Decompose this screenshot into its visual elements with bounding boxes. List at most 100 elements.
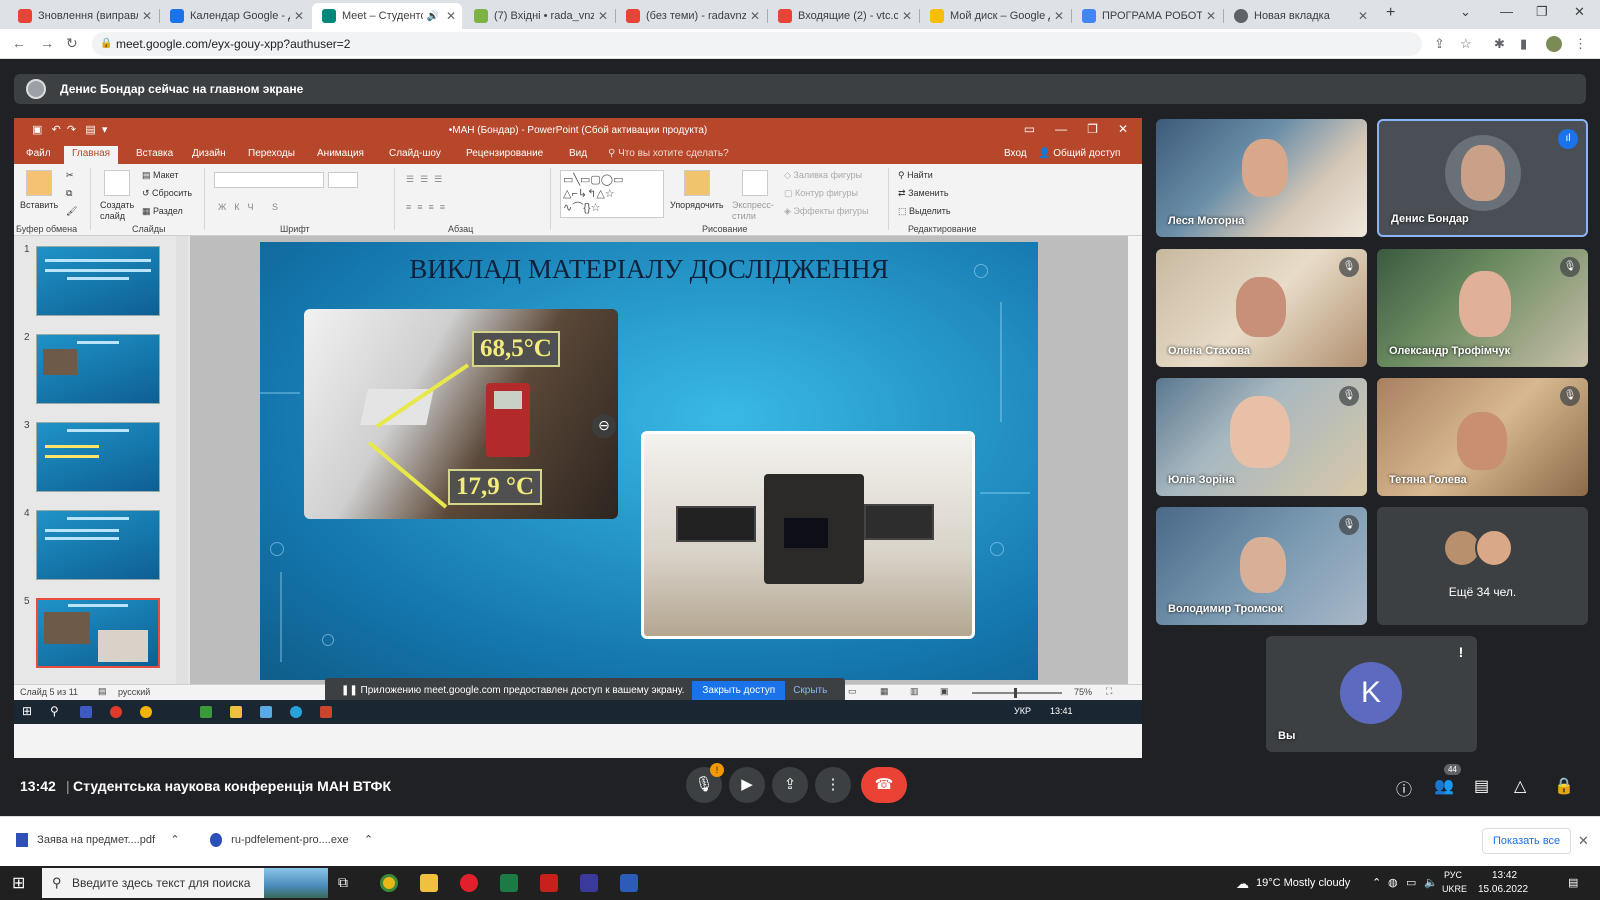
close-tab-icon[interactable]: ✕ <box>142 9 152 23</box>
zoom-slider-thumb[interactable] <box>1014 688 1017 698</box>
tray-chevron-icon[interactable]: ⌃ <box>1372 876 1381 889</box>
find-button[interactable]: ⚲ Найти <box>898 170 933 181</box>
forward-icon[interactable]: → <box>40 35 54 51</box>
acrobat-icon[interactable] <box>540 874 558 892</box>
ribbon-display-icon[interactable]: ▭ <box>1024 122 1035 136</box>
current-slide[interactable]: ВИКЛАД МАТЕРІАЛУ ДОСЛІДЖЕННЯ 68,5°C 17,9… <box>260 242 1038 680</box>
new-slide-button[interactable]: Создать слайд <box>100 200 136 222</box>
speaker-icon[interactable]: 🔊 <box>426 11 438 22</box>
arrange-button[interactable]: Упорядочить <box>670 200 724 210</box>
thumbnails-scrollbar[interactable] <box>176 236 188 684</box>
ppt-share-button[interactable]: 👤 Общий доступ <box>1038 148 1120 159</box>
fit-slide-icon[interactable]: ⛶ <box>1106 686 1112 697</box>
ppt-tab-slideshow[interactable]: Слайд-шоу <box>389 148 441 159</box>
ppt-tab-design[interactable]: Дизайн <box>192 148 226 159</box>
taskbar-search-input[interactable]: ⚲ Введите здесь текст для поиска <box>42 868 328 898</box>
new-tab-icon[interactable]: + <box>1386 4 1395 22</box>
close-tab-icon[interactable]: ✕ <box>1054 9 1064 23</box>
undo-icon[interactable]: ↶ <box>52 124 61 136</box>
shape-fill-button[interactable]: ◇ Заливка фигуры <box>784 170 862 181</box>
select-button[interactable]: ⬚ Выделить <box>898 206 951 217</box>
chevron-up-icon[interactable]: ⌃ <box>364 834 373 846</box>
reload-icon[interactable]: ↻ <box>66 35 78 52</box>
notifications-icon[interactable]: ▤ <box>1568 876 1578 889</box>
download-item-1[interactable]: Заява на предмет....pdf ⌃ <box>16 833 180 848</box>
task-view-icon[interactable]: ⧉ <box>338 874 348 891</box>
ppt-tab-insert[interactable]: Вставка <box>136 148 173 159</box>
participant-tile-4[interactable]: 🎙 Олександр Трофімчук <box>1377 249 1588 367</box>
browser-tab-7[interactable]: Мой диск – Google Д ✕ <box>920 3 1070 29</box>
slide-thumb-1[interactable] <box>36 246 160 316</box>
close-tab-icon[interactable]: ✕ <box>1206 9 1216 23</box>
chevron-up-icon[interactable]: ⌃ <box>170 834 179 846</box>
ppt-restore-icon[interactable]: ❐ <box>1087 122 1098 136</box>
cut-icon[interactable]: ✂ <box>66 170 74 181</box>
close-tab-icon[interactable]: ✕ <box>902 9 912 23</box>
chrome-menu-icon[interactable]: ⋮ <box>1574 36 1587 52</box>
section-button[interactable]: ▦ Раздел <box>142 206 183 217</box>
reading-view-icon[interactable]: ▥ <box>910 686 919 697</box>
replace-button[interactable]: ⇄ Заменить <box>898 188 949 199</box>
ppt-tab-view[interactable]: Вид <box>569 148 587 159</box>
network-icon[interactable]: ▭ <box>1406 876 1416 889</box>
browser-tab-5[interactable]: (без теми) - radavnz@ ✕ <box>616 3 766 29</box>
ppt-signin-link[interactable]: Вход <box>1004 148 1027 159</box>
meeting-info-icon[interactable]: ⓘ <box>1396 776 1412 800</box>
shared-screen[interactable]: •МАН (Бондар) - PowerPoint (Сбой активац… <box>14 118 1142 758</box>
quick-styles-icon[interactable] <box>742 170 768 196</box>
copy-icon[interactable]: ⧉ <box>66 188 72 199</box>
participant-tile-3[interactable]: 🎙 Олена Стахова <box>1156 249 1367 367</box>
windows-start-icon[interactable]: ⊞ <box>12 873 25 893</box>
side-panel-icon[interactable]: ▮ <box>1520 36 1527 52</box>
customize-qat-icon[interactable]: ▾ <box>102 124 108 136</box>
minimize-icon[interactable]: — <box>1500 4 1513 19</box>
save-icon[interactable]: ▣ <box>32 124 42 136</box>
file-explorer-icon[interactable] <box>420 874 438 892</box>
profile-avatar[interactable] <box>1546 36 1562 52</box>
word-icon[interactable] <box>620 874 638 892</box>
font-name-select[interactable] <box>214 172 324 188</box>
activities-icon[interactable]: △ <box>1514 776 1526 796</box>
participant-tile-1[interactable]: Леся Моторна <box>1156 119 1367 237</box>
pdfelement-icon[interactable] <box>580 874 598 892</box>
zoom-slider[interactable] <box>972 692 1062 694</box>
chrome-taskbar-icon[interactable] <box>380 874 398 892</box>
slide-thumb-4[interactable] <box>36 510 160 580</box>
share-icon[interactable]: ⇪ <box>1434 36 1445 52</box>
browser-tab-8[interactable]: ПРОГРАМА РОБОТИ ✕ <box>1072 3 1222 29</box>
weather-text[interactable]: 19°C Mostly cloudy <box>1256 877 1350 889</box>
paste-button[interactable]: Вставить <box>20 200 58 210</box>
reset-button[interactable]: ↺ Сбросить <box>142 188 192 199</box>
notes-icon[interactable]: ▤ <box>98 686 107 697</box>
ppt-tab-animations[interactable]: Анимация <box>317 148 364 159</box>
hide-notice-button[interactable]: Скрыть <box>793 685 827 696</box>
stop-sharing-button[interactable]: Закрыть доступ <box>692 680 786 700</box>
chat-icon[interactable]: ▤ <box>1474 776 1489 796</box>
format-painter-icon[interactable]: 🖌 <box>66 206 77 217</box>
participant-tile-7[interactable]: 🎙 Володимир Тромсюк <box>1156 507 1367 625</box>
people-icon[interactable]: 👥 <box>1434 776 1454 796</box>
ppt-minimize-icon[interactable]: — <box>1055 122 1067 136</box>
quick-styles-button[interactable]: Экспресс-стили <box>732 200 782 222</box>
microphone-button[interactable]: 🎙 ! <box>686 763 724 803</box>
excel-icon[interactable] <box>500 874 518 892</box>
restore-icon[interactable]: ❐ <box>1536 4 1548 20</box>
host-controls-icon[interactable]: 🔒 <box>1554 776 1574 796</box>
zoom-out-icon[interactable]: ⊖ <box>592 414 616 438</box>
tray-app-icon[interactable]: ◍ <box>1388 876 1398 889</box>
list-buttons[interactable]: ☰☰☰ <box>406 174 448 185</box>
font-size-select[interactable] <box>328 172 358 188</box>
url-input[interactable]: 🔒 meet.google.com/eyx-gouy-xpp?authuser=… <box>92 32 1422 56</box>
participant-tile-6[interactable]: 🎙 Тетяна Голева <box>1377 378 1588 496</box>
start-slideshow-icon[interactable]: ▤ <box>85 124 95 136</box>
back-icon[interactable]: ← <box>12 35 26 51</box>
align-buttons[interactable]: ≡≡≡≡ <box>406 202 451 212</box>
ppt-tab-review[interactable]: Рецензирование <box>466 148 543 159</box>
ppt-tab-transitions[interactable]: Переходы <box>248 148 295 159</box>
ppt-tab-home[interactable]: Главная <box>64 146 119 164</box>
shape-effects-button[interactable]: ◈ Эффекты фигуры <box>784 206 868 217</box>
download-item-2[interactable]: ru-pdfelement-pro....exe ⌃ <box>210 833 373 848</box>
shapes-gallery[interactable]: ▭╲▭▢◯▭ △⌐↳↰△☆ ∿⌒{}☆ <box>560 170 664 218</box>
browser-tab-6[interactable]: Входящие (2) - vtc.co ✕ <box>768 3 918 29</box>
extensions-icon[interactable]: ✱ <box>1494 36 1505 52</box>
